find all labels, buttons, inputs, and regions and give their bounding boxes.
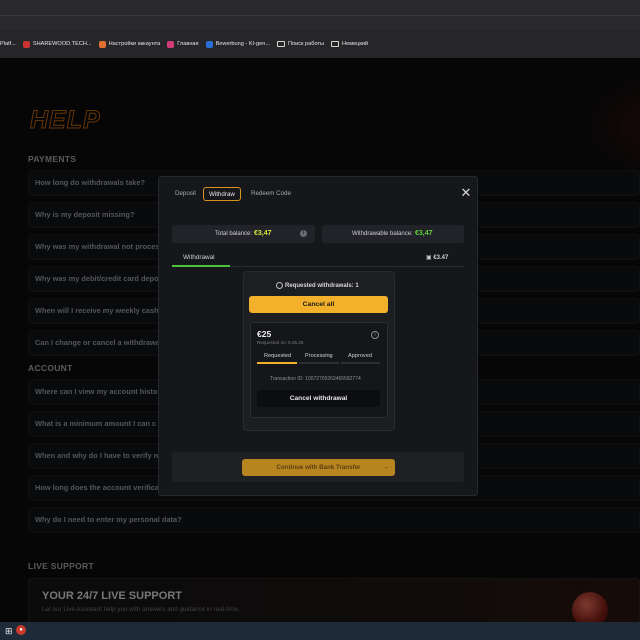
tab-deposit[interactable]: Deposit [175,187,196,201]
step-approved: Approved [348,353,372,359]
total-balance-value: €3,47 [254,230,272,237]
bookmark-german[interactable]: Немецкий [331,41,368,47]
withdrawal-amount: ▣ €3.47 [426,254,448,261]
bookmark-text: Настройки аккаунта [108,41,161,47]
progress-bar-approved [341,362,380,364]
withdrawal-tab-indicator [172,265,230,267]
progress-bar-requested [257,362,297,364]
step-processing: Processing [305,353,333,359]
site-icon [205,40,213,48]
transaction-id: Transaction ID: 10072700263465582774 [270,376,361,382]
continue-button-label: Continue with Bank Transfer [276,464,361,471]
site-icon [167,40,175,48]
bookmark-sharewood[interactable]: SHAREWOOD.TECH... [22,40,92,48]
folder-icon [331,41,340,47]
withdrawable-balance-card: Withdrawable balance: €3,47 [322,225,464,243]
os-taskbar [0,622,640,640]
browser-titlebar [0,0,640,30]
cancel-all-button[interactable]: Cancel all [249,296,388,313]
continue-bank-transfer-button[interactable]: Continue with Bank Transfer → [242,459,395,476]
site-icon [98,40,106,48]
total-balance-label: Total balance: [215,231,253,237]
tab-redeem-code[interactable]: Redeem Code [251,187,291,201]
bookmark-text: Platf... [0,41,16,47]
bookmark-bewerbung[interactable]: Bewerbung - KI-gen... [205,40,270,48]
request-amount: €25 [257,329,272,339]
folder-icon [276,41,285,47]
withdrawable-balance-label: Withdrawable balance: [352,231,413,237]
wallet-icon: ▣ [426,255,432,261]
progress-bar-processing [299,362,339,364]
bookmarks-bar: Platf... SHAREWOOD.TECH... Настройки акк… [0,30,640,58]
clock-icon [276,282,283,289]
bookmark-text: Главная [177,41,199,47]
site-icon [22,40,30,48]
tab-withdrawal[interactable]: Withdrawal [183,254,215,261]
request-date: Requested on: 8.05.25 [257,340,304,345]
arrow-right-icon: → [382,464,389,471]
info-icon[interactable]: i [300,230,307,237]
withdrawal-amount-value: €3.47 [433,255,449,261]
info-icon[interactable]: i [371,331,379,339]
total-balance-card: Total balance: €3,47 i [172,225,315,243]
bookmark-home[interactable]: Главная [167,40,199,48]
tab-withdraw[interactable]: Withdraw [203,187,241,201]
bookmark-text: Поиск работы [287,41,325,47]
bookmark-account-settings[interactable]: Настройки аккаунта [98,40,161,48]
bookmark-text: Немецкий [342,41,369,47]
cancel-withdrawal-button[interactable]: Cancel withdrawal [257,390,380,407]
bookmark-job-search[interactable]: Поиск работы [276,41,325,47]
bookmark-text: SHAREWOOD.TECH... [32,41,92,47]
app-taskbar-icon[interactable]: ● [16,625,26,635]
requested-withdrawals-title: Requested withdrawals: 1 [285,283,359,289]
windows-start-icon[interactable]: ⊞ [5,626,13,637]
withdrawable-balance-value: €3,47 [415,230,433,237]
bookmark-platf[interactable]: Platf... [0,41,16,47]
step-requested: Requested [264,353,292,359]
close-icon[interactable]: ✕ [460,186,472,199]
bookmark-text: Bewerbung - KI-gen... [215,41,270,47]
